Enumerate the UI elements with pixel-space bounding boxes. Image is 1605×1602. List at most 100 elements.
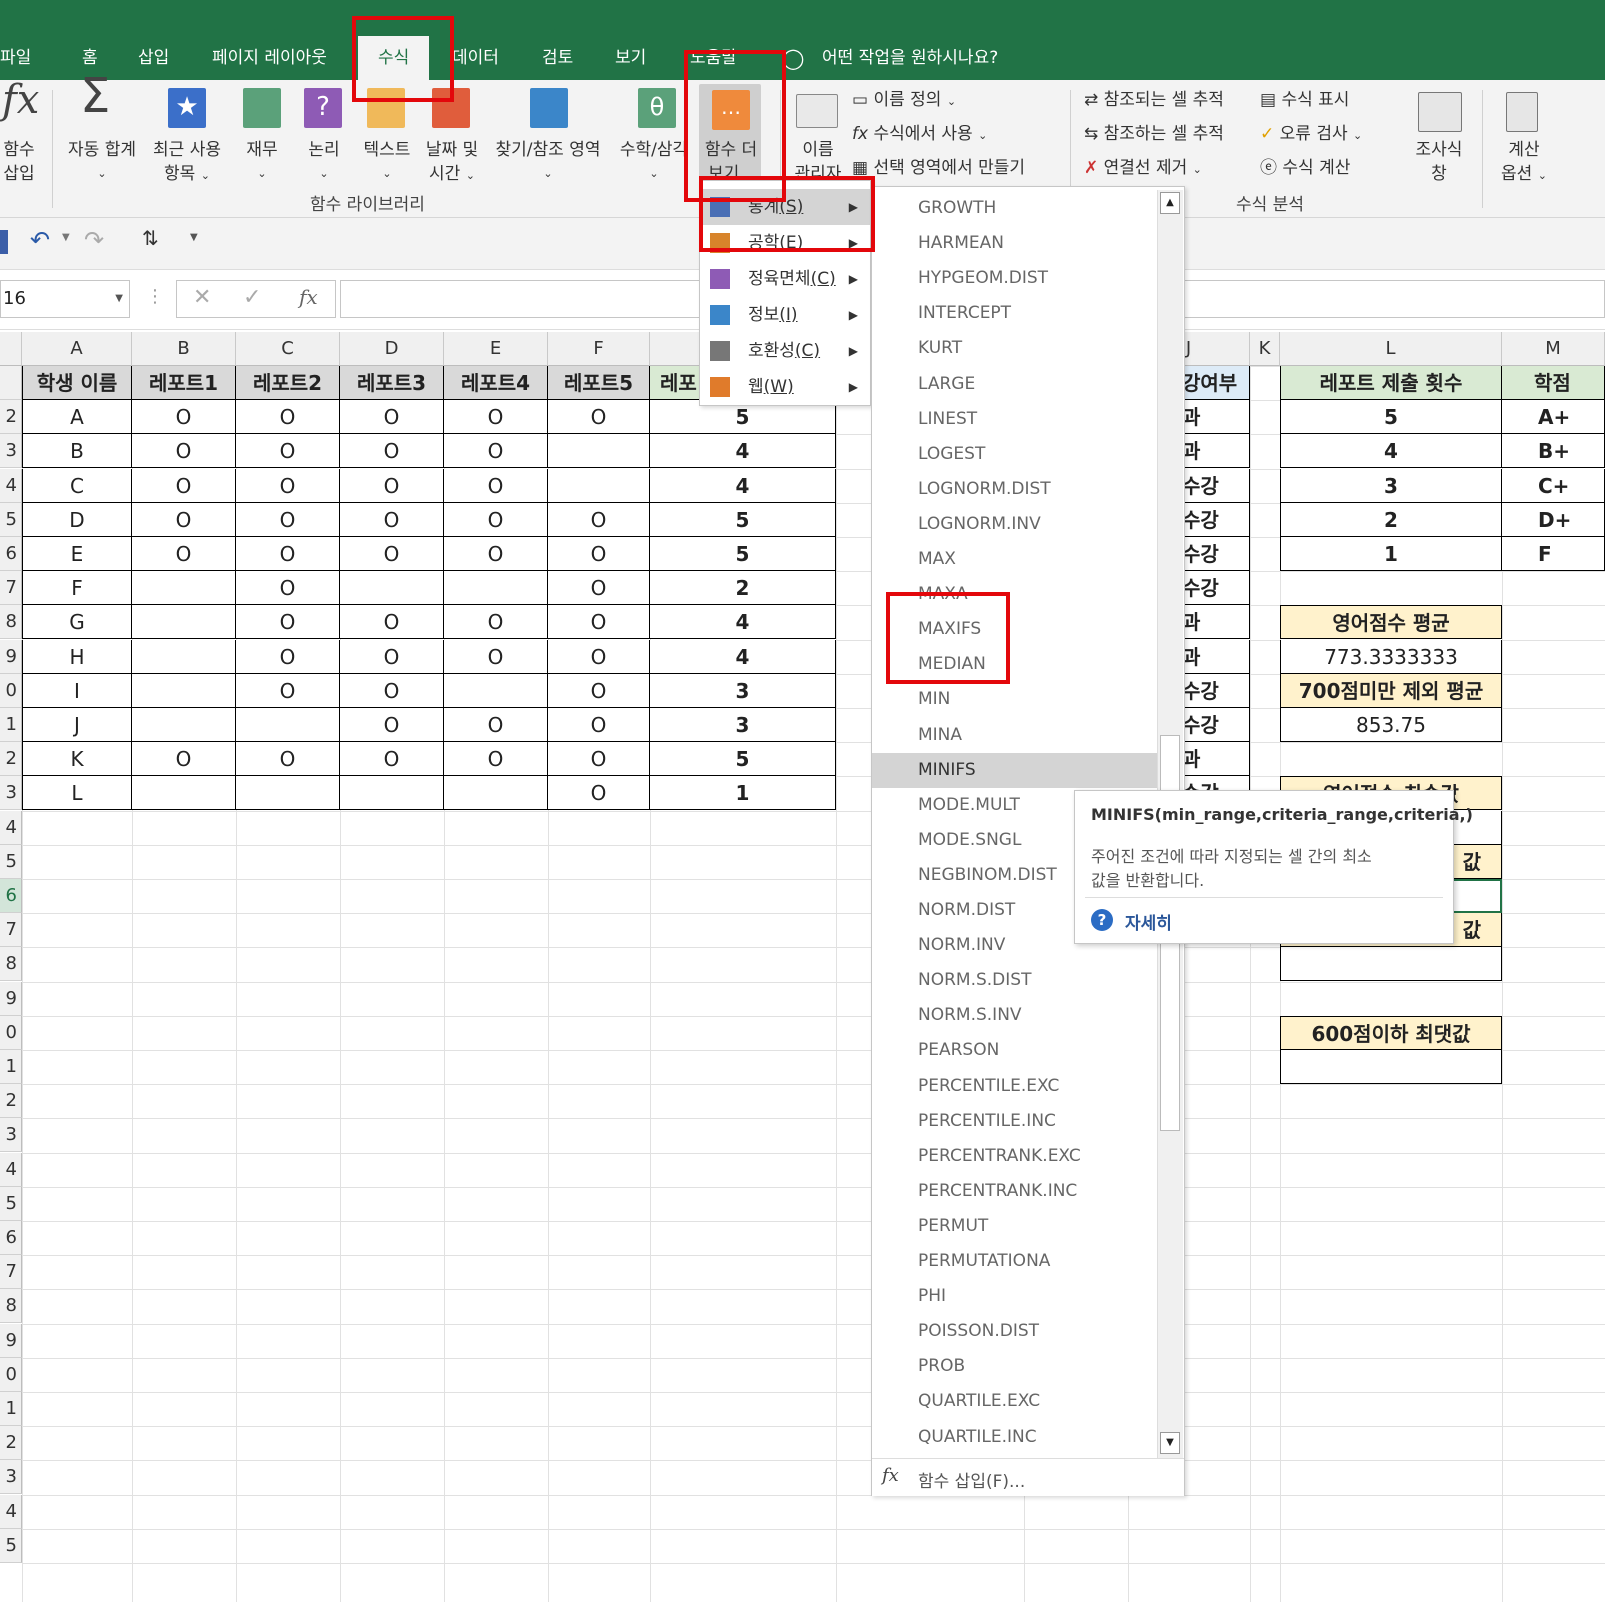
- table-cell[interactable]: O: [444, 742, 548, 776]
- table-cell[interactable]: O: [236, 674, 340, 708]
- table-cell[interactable]: O: [444, 605, 548, 639]
- row-header[interactable]: 9: [0, 982, 22, 1016]
- row-header[interactable]: 0: [0, 1358, 22, 1392]
- table-header-cell[interactable]: 레포트2: [236, 366, 340, 400]
- function-item[interactable]: PROB: [872, 1349, 1158, 1384]
- scroll-down-icon[interactable]: ▼: [1160, 1432, 1180, 1454]
- table-cell[interactable]: O: [132, 400, 236, 434]
- function-item[interactable]: PERCENTRANK.EXC: [872, 1139, 1158, 1174]
- submenu-item-2[interactable]: 정육면체(C) ▶: [700, 261, 870, 297]
- table-cell[interactable]: O: [132, 503, 236, 537]
- calc-options-button[interactable]: 계산 옵션 ⌄: [1494, 138, 1554, 188]
- table-cell[interactable]: [132, 571, 236, 605]
- row-header[interactable]: 4: [0, 469, 22, 503]
- table-cell[interactable]: I: [22, 674, 132, 708]
- summary-cell[interactable]: 영어점수 평균: [1280, 605, 1502, 639]
- row-header[interactable]: 5: [0, 1529, 22, 1563]
- row-header[interactable]: 1: [0, 1050, 22, 1084]
- function-item[interactable]: MIN: [872, 682, 1158, 717]
- column-header-f[interactable]: F: [548, 332, 650, 366]
- tab-page-layout[interactable]: 페이지 레이아웃: [212, 40, 327, 80]
- table-header-cell[interactable]: 레포트1: [132, 366, 236, 400]
- autosum-button[interactable]: 자동 합계 ⌄: [62, 138, 142, 186]
- row-header[interactable]: 3: [0, 1460, 22, 1494]
- row-header[interactable]: 1: [0, 1392, 22, 1426]
- l-cell[interactable]: 4: [1280, 434, 1502, 468]
- function-item[interactable]: LINEST: [872, 402, 1158, 437]
- table-cell[interactable]: 3: [650, 674, 836, 708]
- function-item[interactable]: HARMEAN: [872, 226, 1158, 261]
- function-item[interactable]: PHI: [872, 1279, 1158, 1314]
- table-cell[interactable]: A: [22, 400, 132, 434]
- row-header[interactable]: 2: [0, 1426, 22, 1460]
- table-cell[interactable]: J: [22, 708, 132, 742]
- evaluate-formula-button[interactable]: ⓔ 수식 계산: [1260, 156, 1350, 180]
- table-cell[interactable]: O: [132, 434, 236, 468]
- m-cell[interactable]: F: [1502, 537, 1605, 571]
- table-cell[interactable]: 5: [650, 537, 836, 571]
- row-header[interactable]: 8: [0, 947, 22, 981]
- summary-cell[interactable]: 853.75: [1280, 708, 1502, 742]
- row-header[interactable]: [0, 366, 22, 400]
- table-cell[interactable]: [340, 571, 444, 605]
- function-item[interactable]: POISSON.DIST: [872, 1314, 1158, 1349]
- row-header[interactable]: 8: [0, 605, 22, 639]
- l-cell[interactable]: 1: [1280, 537, 1502, 571]
- row-header[interactable]: 7: [0, 1255, 22, 1289]
- l-cell[interactable]: 5: [1280, 400, 1502, 434]
- table-cell[interactable]: [444, 674, 548, 708]
- table-cell[interactable]: O: [132, 742, 236, 776]
- m-cell[interactable]: A+: [1502, 400, 1605, 434]
- column-header-b[interactable]: B: [132, 332, 236, 366]
- table-cell[interactable]: O: [132, 469, 236, 503]
- row-header[interactable]: 2: [0, 742, 22, 776]
- summary-cell[interactable]: [1280, 947, 1502, 981]
- table-cell[interactable]: O: [340, 469, 444, 503]
- function-item[interactable]: PERCENTILE.INC: [872, 1104, 1158, 1139]
- m-cell[interactable]: B+: [1502, 434, 1605, 468]
- table-cell[interactable]: O: [340, 434, 444, 468]
- scroll-up-icon[interactable]: ▲: [1160, 192, 1180, 214]
- table-cell[interactable]: [444, 571, 548, 605]
- submenu-item-5[interactable]: 웹(W) ▶: [700, 369, 870, 405]
- m-header-cell[interactable]: 학점: [1502, 366, 1605, 400]
- column-header-m[interactable]: M: [1502, 332, 1605, 366]
- table-cell[interactable]: B: [22, 434, 132, 468]
- row-header[interactable]: 3: [0, 776, 22, 810]
- table-cell[interactable]: O: [548, 537, 650, 571]
- table-cell[interactable]: [236, 708, 340, 742]
- table-cell[interactable]: O: [340, 640, 444, 674]
- function-item[interactable]: NORM.S.DIST: [872, 963, 1158, 998]
- table-cell[interactable]: K: [22, 742, 132, 776]
- tell-me-box[interactable]: 어떤 작업을 원하시나요?: [822, 40, 998, 80]
- row-header[interactable]: 0: [0, 674, 22, 708]
- watch-window-button[interactable]: 조사식 창: [1408, 138, 1470, 186]
- table-cell[interactable]: 4: [650, 469, 836, 503]
- row-header[interactable]: 7: [0, 913, 22, 947]
- function-item[interactable]: INTERCEPT: [872, 296, 1158, 331]
- row-header[interactable]: 1: [0, 708, 22, 742]
- tab-insert[interactable]: 삽입: [138, 40, 169, 80]
- table-cell[interactable]: O: [236, 400, 340, 434]
- table-cell[interactable]: [548, 469, 650, 503]
- table-cell[interactable]: G: [22, 605, 132, 639]
- table-cell[interactable]: O: [444, 469, 548, 503]
- function-item[interactable]: PERCENTRANK.INC: [872, 1174, 1158, 1209]
- table-cell[interactable]: O: [340, 708, 444, 742]
- table-cell[interactable]: O: [444, 640, 548, 674]
- insert-function-fx-icon[interactable]: fx: [299, 285, 318, 309]
- function-item[interactable]: NORM.S.INV: [872, 998, 1158, 1033]
- table-cell[interactable]: [132, 708, 236, 742]
- summary-cell[interactable]: [1280, 1050, 1502, 1084]
- row-header[interactable]: 3: [0, 434, 22, 468]
- table-cell[interactable]: O: [236, 605, 340, 639]
- undo-dropdown-icon[interactable]: ▼: [62, 232, 70, 243]
- insert-function-menu-item[interactable]: fx 함수 삽입(F)...: [872, 1458, 1184, 1496]
- function-item[interactable]: LOGNORM.DIST: [872, 472, 1158, 507]
- customize-qat-icon[interactable]: ▼: [190, 232, 198, 243]
- table-cell[interactable]: O: [340, 503, 444, 537]
- row-header[interactable]: 4: [0, 1153, 22, 1187]
- column-header-l[interactable]: L: [1280, 332, 1502, 366]
- define-name-button[interactable]: ▭ 이름 정의 ⌄: [852, 88, 956, 114]
- function-item[interactable]: MAX: [872, 542, 1158, 577]
